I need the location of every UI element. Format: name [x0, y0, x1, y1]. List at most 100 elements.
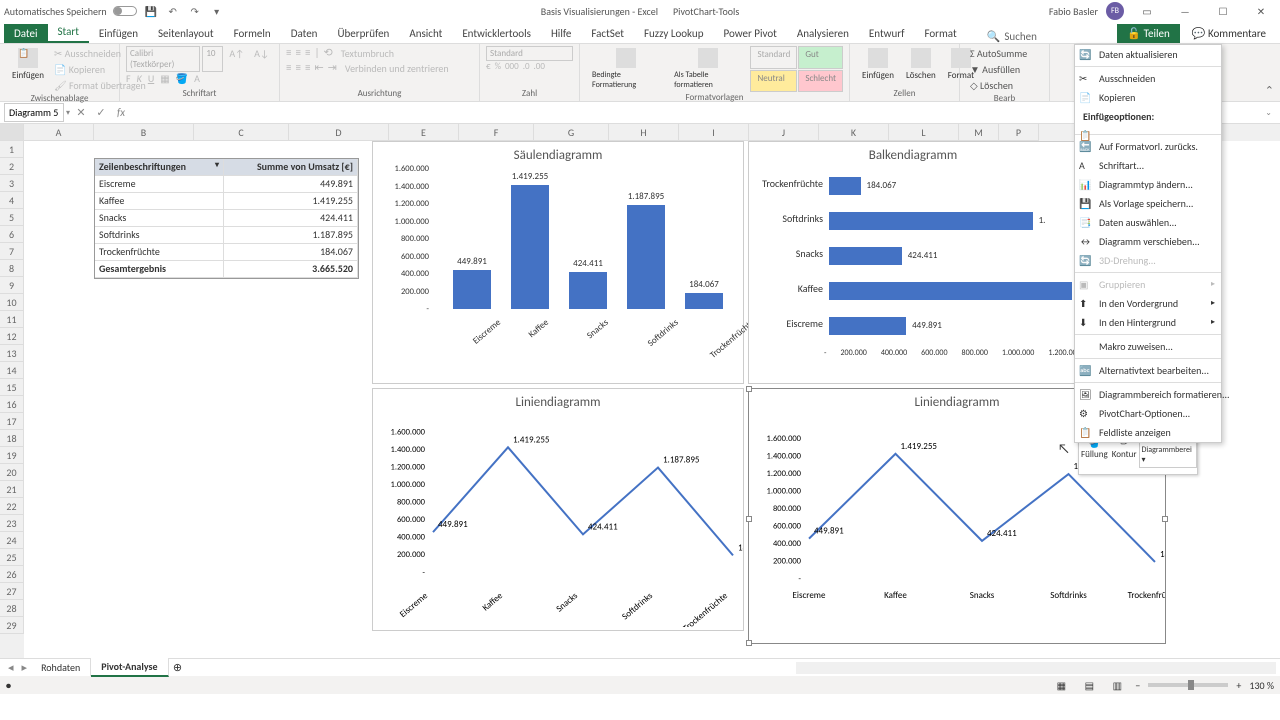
- col-header[interactable]: F: [459, 124, 534, 141]
- cm-select-data[interactable]: 📑Daten auswählen...: [1075, 213, 1221, 232]
- align-middle-icon[interactable]: ≡: [295, 46, 300, 61]
- align-right-icon[interactable]: ≡: [305, 61, 310, 76]
- col-header[interactable]: E: [389, 124, 459, 141]
- pivot-table[interactable]: Zeilenbeschriftungen▾ Summe von Umsatz […: [94, 158, 359, 279]
- chart-line-1[interactable]: Liniendiagramm -200.000400.000600.000800…: [372, 388, 744, 631]
- wrap-text-button[interactable]: Textumbruch: [337, 46, 398, 61]
- paste-button[interactable]: 📋Einfügen: [6, 46, 50, 93]
- pivot-data-row[interactable]: Softdrinks1.187.895: [95, 227, 358, 244]
- align-center-icon[interactable]: ≡: [295, 61, 300, 76]
- cm-reset-format[interactable]: 🔙Auf Formatvorl. zurücks.: [1075, 137, 1221, 156]
- col-header[interactable]: A: [24, 124, 94, 141]
- row-header[interactable]: 29: [0, 617, 24, 634]
- row-header[interactable]: 2: [0, 158, 24, 175]
- col-header[interactable]: J: [749, 124, 819, 141]
- currency-icon[interactable]: €: [486, 61, 491, 72]
- pivot-data-row[interactable]: Snacks424.411: [95, 210, 358, 227]
- tab-powerpivot[interactable]: Power Pivot: [713, 24, 786, 43]
- pivot-header-labels[interactable]: Zeilenbeschriftungen▾: [95, 159, 224, 175]
- cm-format-area[interactable]: 🖼Diagrammbereich formatieren...: [1075, 385, 1221, 404]
- cm-refresh[interactable]: 🔄Daten aktualisieren: [1075, 45, 1221, 64]
- pivot-data-row[interactable]: Trockenfrüchte184.067: [95, 244, 358, 261]
- customize-qat-icon[interactable]: ▾: [209, 3, 225, 19]
- cm-show-fieldlist[interactable]: 📋Feldliste anzeigen: [1075, 423, 1221, 442]
- resize-handle[interactable]: [746, 386, 752, 392]
- row-header[interactable]: 26: [0, 566, 24, 583]
- view-pagebreak-icon[interactable]: ▥: [1107, 678, 1127, 692]
- percent-icon[interactable]: %: [495, 61, 501, 72]
- chart-bar[interactable]: Balkendiagramm Trockenfrüchte184.067Soft…: [748, 141, 1078, 384]
- name-box[interactable]: [4, 103, 64, 122]
- row-header[interactable]: 13: [0, 345, 24, 362]
- view-normal-icon[interactable]: ▦: [1051, 678, 1071, 692]
- enter-formula-icon[interactable]: ✓: [92, 104, 110, 122]
- tab-analysieren[interactable]: Analysieren: [787, 24, 859, 43]
- orientation-icon[interactable]: ⟲: [324, 46, 333, 61]
- comments-button[interactable]: 💬 Kommentare: [1182, 24, 1276, 43]
- tab-file[interactable]: Datei: [4, 24, 48, 43]
- align-top-icon[interactable]: ≡: [286, 46, 291, 61]
- row-header[interactable]: 23: [0, 515, 24, 532]
- font-size-dropdown[interactable]: 10: [202, 46, 223, 72]
- clear-button[interactable]: ◇ Löschen: [966, 78, 1043, 93]
- cm-alt-text[interactable]: 🔤Alternativtext bearbeiten...: [1075, 361, 1221, 380]
- zoom-out-icon[interactable]: −: [1135, 679, 1140, 692]
- resize-handle[interactable]: [746, 640, 752, 646]
- cm-copy[interactable]: 📄Kopieren: [1075, 88, 1221, 107]
- col-header[interactable]: B: [94, 124, 194, 141]
- row-header[interactable]: 18: [0, 430, 24, 447]
- sheet-nav-next-icon[interactable]: ▸: [18, 661, 32, 674]
- tab-formeln[interactable]: Formeln: [224, 24, 281, 43]
- tab-format[interactable]: Format: [914, 24, 966, 43]
- redo-icon[interactable]: ↷: [187, 3, 203, 19]
- col-header[interactable]: I: [679, 124, 749, 141]
- number-format-dropdown[interactable]: Standard: [486, 46, 573, 61]
- bold-icon[interactable]: F: [126, 72, 131, 85]
- zoom-level[interactable]: 130 %: [1249, 679, 1274, 692]
- save-icon[interactable]: 💾: [143, 3, 159, 19]
- cond-format-button[interactable]: Bedingte Formatierung: [586, 46, 666, 92]
- add-sheet-button[interactable]: ⊕: [169, 661, 187, 674]
- style-neutral[interactable]: Neutral: [750, 70, 797, 93]
- record-macro-icon[interactable]: ⏺: [6, 679, 11, 692]
- fx-icon[interactable]: fx: [112, 104, 130, 122]
- maximize-icon[interactable]: ☐: [1208, 1, 1238, 21]
- insert-cells-button[interactable]: Einfügen: [856, 46, 900, 83]
- tab-entwicklertools[interactable]: Entwicklertools: [452, 24, 541, 43]
- border-icon[interactable]: ▦: [160, 72, 169, 85]
- row-header[interactable]: 11: [0, 311, 24, 328]
- expand-formula-icon[interactable]: ⌄: [1265, 108, 1272, 118]
- row-header[interactable]: 21: [0, 481, 24, 498]
- align-left-icon[interactable]: ≡: [286, 61, 291, 76]
- col-header[interactable]: K: [819, 124, 889, 141]
- tab-factset[interactable]: FactSet: [581, 24, 634, 43]
- sheet-nav-prev-icon[interactable]: ◂: [4, 661, 18, 674]
- row-header[interactable]: 16: [0, 396, 24, 413]
- cm-font[interactable]: ASchriftart...: [1075, 156, 1221, 175]
- col-header[interactable]: H: [609, 124, 679, 141]
- close-icon[interactable]: ✕: [1246, 1, 1276, 21]
- row-header[interactable]: 27: [0, 583, 24, 600]
- row-header[interactable]: 4: [0, 192, 24, 209]
- avatar[interactable]: FB: [1106, 2, 1124, 20]
- ribbon-display-icon[interactable]: ▭: [1132, 1, 1162, 21]
- col-header[interactable]: P: [999, 124, 1039, 141]
- mt-dropdown[interactable]: Diagrammberei ▾: [1139, 442, 1198, 468]
- row-header[interactable]: 10: [0, 294, 24, 311]
- row-header[interactable]: 14: [0, 362, 24, 379]
- row-header[interactable]: 6: [0, 226, 24, 243]
- search-box[interactable]: 🔍Suchen: [987, 30, 1037, 43]
- cm-bring-front[interactable]: ⬆In den Vordergrund▸: [1075, 294, 1221, 313]
- autosave-toggle[interactable]: [113, 6, 137, 16]
- pivot-data-row[interactable]: Kaffee1.419.255: [95, 193, 358, 210]
- style-schlecht[interactable]: Schlecht: [798, 70, 843, 93]
- fill-color-icon[interactable]: 🪣: [176, 72, 188, 85]
- zoom-in-icon[interactable]: +: [1236, 679, 1241, 692]
- row-header[interactable]: 8: [0, 260, 24, 277]
- row-header[interactable]: 28: [0, 600, 24, 617]
- tab-ueberpruefen[interactable]: Überprüfen: [327, 24, 399, 43]
- name-box-dropdown-icon[interactable]: ▾: [66, 108, 70, 118]
- horizontal-scrollbar[interactable]: [796, 662, 1276, 674]
- col-header[interactable]: D: [289, 124, 389, 141]
- cm-paste-option[interactable]: 📋: [1075, 126, 1221, 132]
